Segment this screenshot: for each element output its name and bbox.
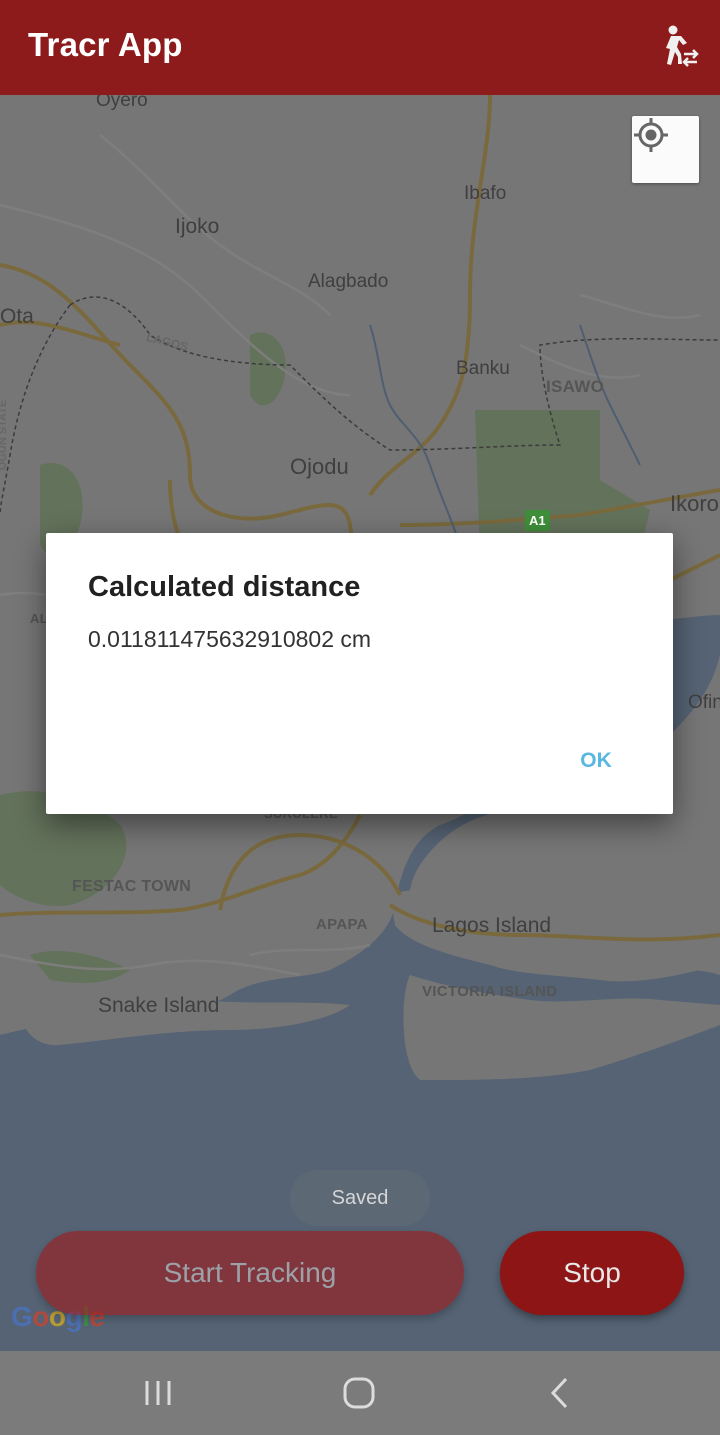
dialog-message: 0.011811475632910802 cm [88,626,372,652]
recents-icon[interactable] [136,1371,180,1415]
alert-dialog: Calculated distance 0.011811475632910802… [46,533,673,814]
dialog-title: Calculated distance [88,571,361,603]
ok-button[interactable]: OK [566,737,626,785]
system-nav-bar [0,1351,720,1435]
home-icon[interactable] [337,1371,381,1415]
back-icon[interactable] [538,1371,582,1415]
